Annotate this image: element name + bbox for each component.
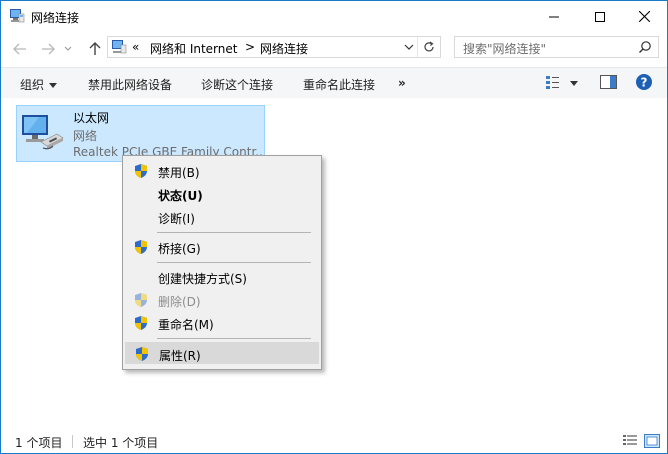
chevron-down-icon[interactable] bbox=[402, 40, 416, 54]
menu-item-label: 状态(U) bbox=[158, 189, 203, 203]
explorer-window: 网络连接 « 网络和 Internet > 网络连接 搜索"网络连接" 组织 禁… bbox=[0, 0, 668, 454]
menu-item-diagnose[interactable]: 诊断(I) bbox=[125, 206, 319, 228]
help-icon[interactable]: ? bbox=[636, 74, 652, 90]
item-type: 网络 bbox=[73, 129, 98, 143]
ethernet-adapter-icon bbox=[22, 115, 64, 150]
network-connections-icon bbox=[112, 40, 127, 54]
context-menu: 禁用(B) 状态(U) 诊断(I) 桥接(G) 创建快捷方式(S) 删除(D) … bbox=[122, 155, 322, 370]
network-connections-icon bbox=[10, 9, 25, 23]
menu-item-label: 禁用(B) bbox=[158, 166, 200, 180]
diagnose-connection-button[interactable]: 诊断这个连接 bbox=[201, 76, 273, 93]
chevron-down-icon bbox=[64, 46, 72, 51]
menu-separator bbox=[157, 338, 311, 339]
status-bar: 1 个项目 选中 1 个项目 bbox=[1, 429, 667, 453]
search-icon bbox=[639, 41, 651, 53]
up-button[interactable] bbox=[85, 40, 105, 58]
caret-down-icon bbox=[49, 83, 58, 88]
menu-item-rename[interactable]: 重命名(M) bbox=[125, 312, 319, 334]
uac-shield-icon bbox=[135, 164, 147, 178]
network-adapter-item[interactable]: 以太网 网络 Realtek PCIe GBE Family Contr... bbox=[16, 105, 265, 162]
breadcrumb-separator[interactable]: > bbox=[245, 40, 255, 54]
item-name: 以太网 bbox=[73, 111, 110, 125]
selected-count: 选中 1 个项目 bbox=[83, 436, 159, 450]
menu-item-label: 创建快捷方式(S) bbox=[158, 272, 247, 286]
menu-item-label: 重命名(M) bbox=[158, 318, 214, 332]
menu-item-properties[interactable]: 属性(R) bbox=[125, 342, 319, 364]
minimize-button[interactable] bbox=[531, 1, 577, 32]
search-box[interactable]: 搜索"网络连接" bbox=[454, 36, 659, 58]
uac-shield-icon bbox=[135, 240, 147, 254]
menu-item-bridge[interactable]: 桥接(G) bbox=[125, 236, 319, 258]
file-list-area[interactable]: 以太网 网络 Realtek PCIe GBE Family Contr... bbox=[1, 98, 667, 427]
recent-locations-button[interactable] bbox=[62, 40, 74, 58]
maximize-button[interactable] bbox=[577, 1, 623, 32]
breadcrumb-network-internet[interactable]: 网络和 Internet bbox=[150, 40, 237, 57]
breadcrumb-overflow[interactable]: « bbox=[132, 40, 139, 54]
refresh-button[interactable] bbox=[417, 37, 440, 57]
title-bar: 网络连接 bbox=[1, 1, 667, 32]
item-count: 1 个项目 bbox=[15, 436, 63, 450]
arrow-right-icon bbox=[42, 43, 55, 55]
svg-text:?: ? bbox=[641, 76, 648, 90]
address-bar[interactable]: « 网络和 Internet > 网络连接 bbox=[107, 36, 441, 58]
preview-pane-icon[interactable] bbox=[600, 75, 617, 89]
command-bar: 组织 禁用此网络设备 诊断这个连接 重命名此连接 » ? bbox=[1, 67, 667, 99]
change-view-icon[interactable] bbox=[545, 75, 561, 90]
menu-item-label: 删除(D) bbox=[158, 295, 201, 309]
menu-item-delete[interactable]: 删除(D) bbox=[125, 289, 319, 311]
arrow-up-icon bbox=[89, 42, 101, 55]
maximize-icon bbox=[595, 11, 605, 22]
uac-shield-icon bbox=[136, 347, 148, 361]
uac-shield-icon bbox=[135, 293, 147, 307]
refresh-icon bbox=[424, 41, 434, 52]
large-icons-view-icon[interactable] bbox=[644, 434, 660, 448]
minimize-icon bbox=[549, 16, 559, 17]
menu-separator bbox=[157, 232, 311, 233]
close-button[interactable] bbox=[621, 1, 667, 32]
menu-item-label: 属性(R) bbox=[159, 349, 201, 363]
rename-connection-button[interactable]: 重命名此连接 bbox=[303, 76, 375, 93]
search-placeholder: 搜索"网络连接" bbox=[463, 42, 547, 56]
menu-item-create-shortcut[interactable]: 创建快捷方式(S) bbox=[125, 266, 319, 288]
status-divider bbox=[72, 435, 73, 448]
close-icon bbox=[638, 11, 650, 22]
breadcrumb-network-connections[interactable]: 网络连接 bbox=[260, 40, 308, 57]
menu-item-status[interactable]: 状态(U) bbox=[125, 183, 319, 205]
uac-shield-icon bbox=[135, 316, 147, 330]
menu-separator bbox=[157, 262, 311, 263]
back-button[interactable] bbox=[10, 40, 30, 58]
menu-item-disable[interactable]: 禁用(B) bbox=[125, 160, 319, 182]
details-view-icon[interactable] bbox=[622, 434, 638, 448]
menu-item-label: 桥接(G) bbox=[158, 242, 201, 256]
window-title: 网络连接 bbox=[31, 11, 80, 25]
forward-button[interactable] bbox=[38, 40, 58, 58]
arrow-left-icon bbox=[13, 43, 26, 55]
view-options-caret-icon[interactable] bbox=[570, 81, 578, 86]
organize-menu-button[interactable]: 组织 bbox=[20, 76, 58, 93]
menu-item-label: 诊断(I) bbox=[158, 212, 195, 226]
organize-label: 组织 bbox=[20, 78, 45, 92]
disable-device-button[interactable]: 禁用此网络设备 bbox=[88, 76, 172, 93]
more-commands-button[interactable]: » bbox=[398, 76, 406, 90]
